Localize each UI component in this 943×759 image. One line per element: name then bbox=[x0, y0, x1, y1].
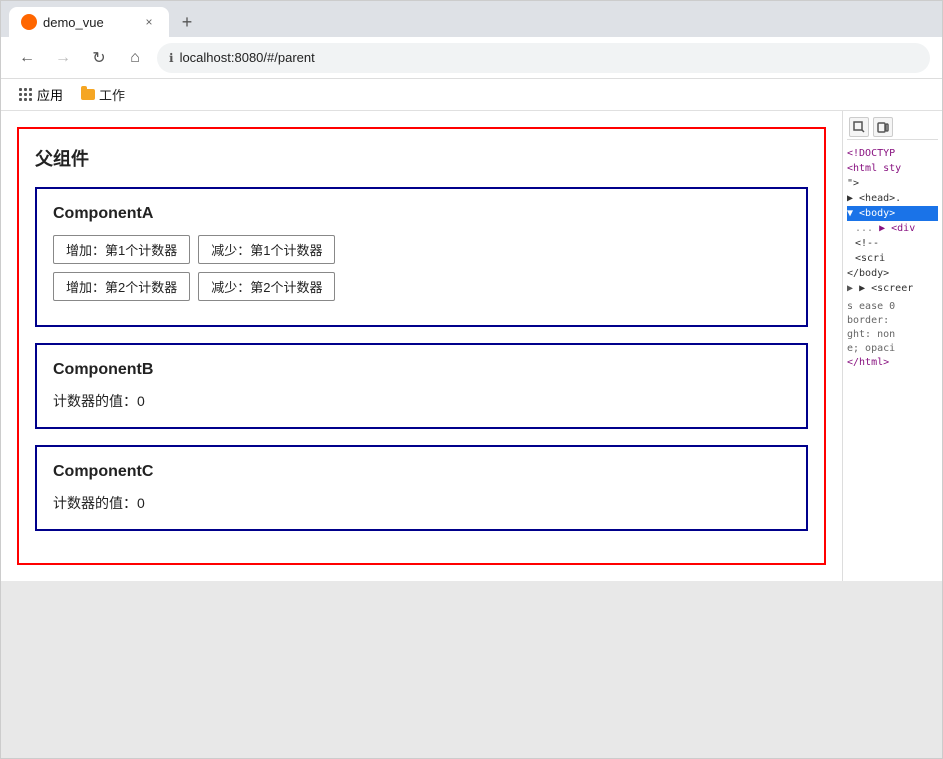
devtools-code: <!DOCTYP <html sty "> ▶ <head>. ▼ <body>… bbox=[847, 146, 938, 370]
browser-window: demo_vue × + ← → ↻ ⌂ ℹ localhost:8080/#/… bbox=[0, 0, 943, 759]
code-line-2: <html sty bbox=[847, 161, 938, 176]
reload-button[interactable]: ↻ bbox=[85, 44, 113, 72]
code-line-9: </body> bbox=[847, 266, 938, 281]
component-b-label: 计数器的值： bbox=[53, 393, 137, 409]
home-button[interactable]: ⌂ bbox=[121, 44, 149, 72]
tab-bar: demo_vue × + bbox=[1, 1, 942, 37]
prop-line-2: border: bbox=[847, 314, 938, 328]
code-line-8: <scri bbox=[847, 251, 938, 266]
inspect-icon-btn[interactable] bbox=[849, 117, 869, 137]
btn-inc-counter1[interactable]: 增加：第1个计数器 bbox=[53, 235, 190, 264]
code-line-5: ▼ <body> bbox=[847, 206, 938, 221]
code-line-6: ... ▶ <div bbox=[847, 221, 938, 236]
component-c-box: ComponentC 计数器的值：0 bbox=[35, 445, 808, 531]
component-a-box: ComponentA 增加：第1个计数器 减少：第1个计数器 增加：第2个计数器… bbox=[35, 187, 808, 327]
component-b-title: ComponentB bbox=[53, 361, 790, 379]
address-text: localhost:8080/#/parent bbox=[180, 50, 315, 65]
component-b-box: ComponentB 计数器的值：0 bbox=[35, 343, 808, 429]
devtools-props: s ease 0 border: ght: non e; opaci </htm… bbox=[847, 300, 938, 370]
address-bar[interactable]: ℹ localhost:8080/#/parent bbox=[157, 43, 930, 73]
prop-line-4: e; opaci bbox=[847, 342, 938, 356]
app-main: 父组件 ComponentA 增加：第1个计数器 减少：第1个计数器 增加：第2… bbox=[1, 111, 942, 581]
component-c-label: 计数器的值： bbox=[53, 495, 137, 511]
new-tab-button[interactable]: + bbox=[173, 8, 201, 36]
component-a-title: ComponentA bbox=[53, 205, 790, 223]
component-c-counter: 计数器的值：0 bbox=[53, 493, 790, 513]
component-a-row1: 增加：第1个计数器 减少：第1个计数器 bbox=[53, 235, 790, 264]
work-bookmark[interactable]: 工作 bbox=[73, 83, 133, 106]
parent-title: 父组件 bbox=[35, 145, 808, 171]
active-tab[interactable]: demo_vue × bbox=[9, 7, 169, 37]
device-icon-btn[interactable] bbox=[873, 117, 893, 137]
code-line-1: <!DOCTYP bbox=[847, 146, 938, 161]
tab-favicon bbox=[21, 14, 37, 30]
btn-inc-counter2[interactable]: 增加：第2个计数器 bbox=[53, 272, 190, 301]
btn-dec-counter2[interactable]: 减少：第2个计数器 bbox=[198, 272, 335, 301]
prop-line-1: s ease 0 bbox=[847, 300, 938, 314]
apps-label: 应用 bbox=[37, 85, 63, 104]
component-b-counter: 计数器的值：0 bbox=[53, 391, 790, 411]
forward-button: → bbox=[49, 44, 77, 72]
devtools-toolbar bbox=[847, 115, 938, 140]
work-label: 工作 bbox=[99, 85, 125, 104]
component-a-row2: 增加：第2个计数器 减少：第2个计数器 bbox=[53, 272, 790, 301]
btn-dec-counter1[interactable]: 减少：第1个计数器 bbox=[198, 235, 335, 264]
folder-icon bbox=[81, 89, 95, 100]
code-line-4: ▶ <head>. bbox=[847, 191, 938, 206]
apps-icon bbox=[19, 88, 33, 102]
tab-title: demo_vue bbox=[43, 15, 104, 30]
lock-icon: ℹ bbox=[169, 51, 174, 65]
code-line-10: ▶ ▶ <screer bbox=[847, 281, 938, 296]
apps-bookmark[interactable]: 应用 bbox=[13, 83, 69, 106]
component-c-value: 0 bbox=[137, 495, 145, 511]
tab-close-button[interactable]: × bbox=[141, 14, 157, 30]
parent-container: 父组件 ComponentA 增加：第1个计数器 减少：第1个计数器 增加：第2… bbox=[17, 127, 826, 565]
navigation-bar: ← → ↻ ⌂ ℹ localhost:8080/#/parent bbox=[1, 37, 942, 79]
code-line-3: "> bbox=[847, 176, 938, 191]
prop-line-3: ght: non bbox=[847, 328, 938, 342]
devtools-panel: <!DOCTYP <html sty "> ▶ <head>. ▼ <body>… bbox=[842, 111, 942, 581]
back-button[interactable]: ← bbox=[13, 44, 41, 72]
prop-line-5: </html> bbox=[847, 356, 938, 370]
left-panel: 父组件 ComponentA 增加：第1个计数器 减少：第1个计数器 增加：第2… bbox=[1, 111, 842, 581]
bookmarks-bar: 应用 工作 bbox=[1, 79, 942, 111]
component-b-value: 0 bbox=[137, 393, 145, 409]
code-line-7: <!-- bbox=[847, 236, 938, 251]
component-c-title: ComponentC bbox=[53, 463, 790, 481]
